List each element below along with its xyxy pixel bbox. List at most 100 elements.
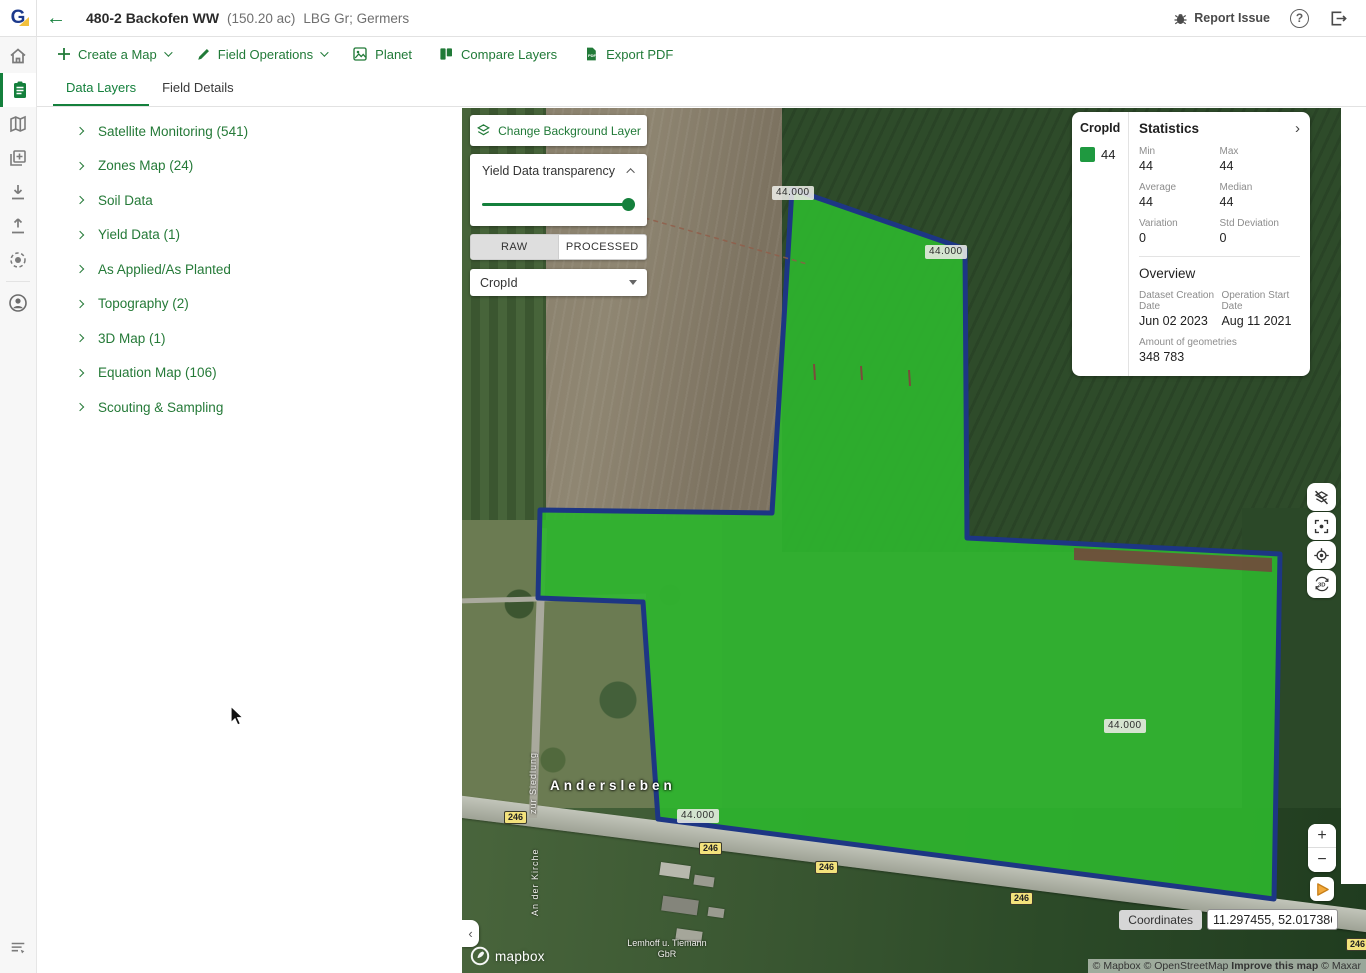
compare-layers-icon [438, 46, 454, 62]
rail-divider [6, 281, 30, 282]
statistics-header: Statistics [1139, 121, 1199, 136]
coordinates-bar: Coordinates [1119, 909, 1338, 930]
road-badge: 246 [1346, 938, 1366, 951]
slider-thumb[interactable] [622, 198, 635, 211]
chevron-right-icon [76, 265, 84, 273]
road-badge: 246 [815, 861, 838, 874]
mapbox-wordmark: mapbox [495, 949, 545, 964]
map-layer-controls: Change Background Layer Yield Data trans… [470, 115, 647, 296]
yield-value-label: 44.000 [1104, 719, 1146, 733]
chevron-right-icon [76, 127, 84, 135]
field-area: (150.20 ac) [227, 11, 295, 26]
layer-item-soil-data[interactable]: Soil Data [37, 183, 462, 218]
3d-view-button[interactable]: 3D [1307, 570, 1336, 598]
back-button[interactable]: ← [46, 8, 66, 28]
rail-download[interactable] [0, 175, 36, 209]
mapbox-icon [470, 946, 490, 966]
change-background-layer-button[interactable]: Change Background Layer [470, 115, 647, 146]
rail-account[interactable] [0, 286, 36, 320]
rail-maps[interactable] [0, 107, 36, 141]
layer-item-zones-map[interactable]: Zones Map (24) [37, 149, 462, 184]
layer-item-as-applied[interactable]: As Applied/As Planted [37, 252, 462, 287]
rail-sync-settings[interactable] [0, 243, 36, 277]
overview-operation-start: Operation Start DateAug 11 2021 [1221, 290, 1300, 328]
locate-button[interactable] [1307, 541, 1336, 569]
layer-item-scouting-sampling[interactable]: Scouting & Sampling [37, 390, 462, 425]
coordinates-input[interactable] [1207, 909, 1338, 930]
map-toolbar: Create a Map Field Operations Planet Com… [37, 37, 1366, 71]
chevron-right-icon [76, 231, 84, 239]
layer-item-label: Topography (2) [98, 296, 189, 311]
planet-button[interactable]: Planet [352, 46, 412, 62]
3d-rotate-icon: 3D [1313, 575, 1331, 593]
chevron-up-icon[interactable] [626, 168, 634, 176]
bug-icon [1173, 11, 1188, 26]
legend-header: CropId [1080, 121, 1120, 135]
mouse-cursor [230, 706, 244, 726]
map-icon [8, 114, 28, 134]
compare-layers-button[interactable]: Compare Layers [438, 46, 557, 62]
app-logo[interactable]: G [0, 0, 37, 36]
field-operations-button[interactable]: Field Operations [196, 47, 326, 62]
overview-header: Overview [1139, 266, 1300, 281]
report-issue-button[interactable]: Report Issue [1173, 11, 1270, 26]
rail-add-map[interactable] [0, 141, 36, 175]
question-icon: ? [1296, 11, 1303, 25]
layer-item-yield-data[interactable]: Yield Data (1) [37, 218, 462, 253]
layer-item-topography[interactable]: Topography (2) [37, 287, 462, 322]
layers-off-icon [1313, 489, 1330, 506]
layer-attribute-value: CropId [480, 276, 518, 290]
gear-sync-icon [8, 250, 28, 270]
farm-label: Lemhoff u. Tiemann GbR [626, 938, 708, 960]
mapbox-logo[interactable]: mapbox [470, 946, 545, 966]
planet-image-icon [352, 46, 368, 62]
rail-data-layers[interactable] [0, 73, 36, 107]
slider-track [482, 203, 635, 206]
partner-logo-button[interactable] [1310, 877, 1334, 901]
raw-tab[interactable]: RAW [471, 235, 559, 259]
help-button[interactable]: ? [1290, 9, 1309, 28]
signout-button[interactable] [1329, 9, 1348, 28]
processed-tab[interactable]: PROCESSED [559, 235, 647, 259]
stat-variation: Variation0 [1139, 218, 1220, 245]
field-owner: LBG Gr; Germers [303, 11, 409, 26]
stat-average: Average44 [1139, 182, 1220, 209]
rail-release-notes[interactable] [0, 931, 36, 965]
zoom-in-button[interactable]: + [1308, 824, 1336, 848]
road-badge: 246 [1010, 892, 1033, 905]
panel-divider [1139, 256, 1300, 257]
layer-item-label: Yield Data (1) [98, 227, 180, 242]
zoom-out-button[interactable]: − [1308, 848, 1336, 872]
road-badge: 246 [699, 842, 722, 855]
center-field-button[interactable] [1307, 512, 1336, 540]
partner-logo-icon [1315, 882, 1330, 897]
chevron-right-icon [76, 369, 84, 377]
tab-data-layers[interactable]: Data Layers [53, 71, 149, 106]
plus-icon [57, 47, 71, 61]
home-icon [8, 46, 28, 66]
transparency-slider[interactable] [482, 198, 635, 211]
map-canvas[interactable]: 44.000 44.000 44.000 44.000 246 246 246 … [462, 108, 1366, 973]
change-background-label: Change Background Layer [498, 124, 641, 138]
chevron-right-icon [76, 334, 84, 342]
rail-home[interactable] [0, 39, 36, 73]
create-map-button[interactable]: Create a Map [57, 47, 170, 62]
export-pdf-button[interactable]: PDF Export PDF [583, 46, 673, 62]
rail-upload[interactable] [0, 209, 36, 243]
stat-std-deviation: Std Deviation0 [1220, 218, 1301, 245]
hide-layers-button[interactable] [1307, 483, 1336, 511]
chevron-down-icon [164, 48, 172, 56]
tab-field-details[interactable]: Field Details [149, 71, 247, 106]
map-attribution: © Mapbox © OpenStreetMap Improve this ma… [1088, 959, 1366, 973]
expand-panel-button[interactable]: › [1295, 121, 1300, 136]
layer-item-3d-map[interactable]: 3D Map (1) [37, 321, 462, 356]
improve-map-link[interactable]: Improve this map [1231, 960, 1318, 972]
layer-item-satellite-monitoring[interactable]: Satellite Monitoring (541) [37, 114, 462, 149]
layer-item-equation-map[interactable]: Equation Map (106) [37, 356, 462, 391]
layer-attribute-select[interactable]: CropId [470, 269, 647, 296]
collapse-sidebar-button[interactable]: ‹ [462, 920, 479, 947]
map-tools: 3D [1307, 483, 1336, 598]
create-map-label: Create a Map [78, 47, 157, 62]
street-label: An der Kirche [530, 820, 540, 916]
street-label: zur Siedlung [528, 704, 538, 814]
